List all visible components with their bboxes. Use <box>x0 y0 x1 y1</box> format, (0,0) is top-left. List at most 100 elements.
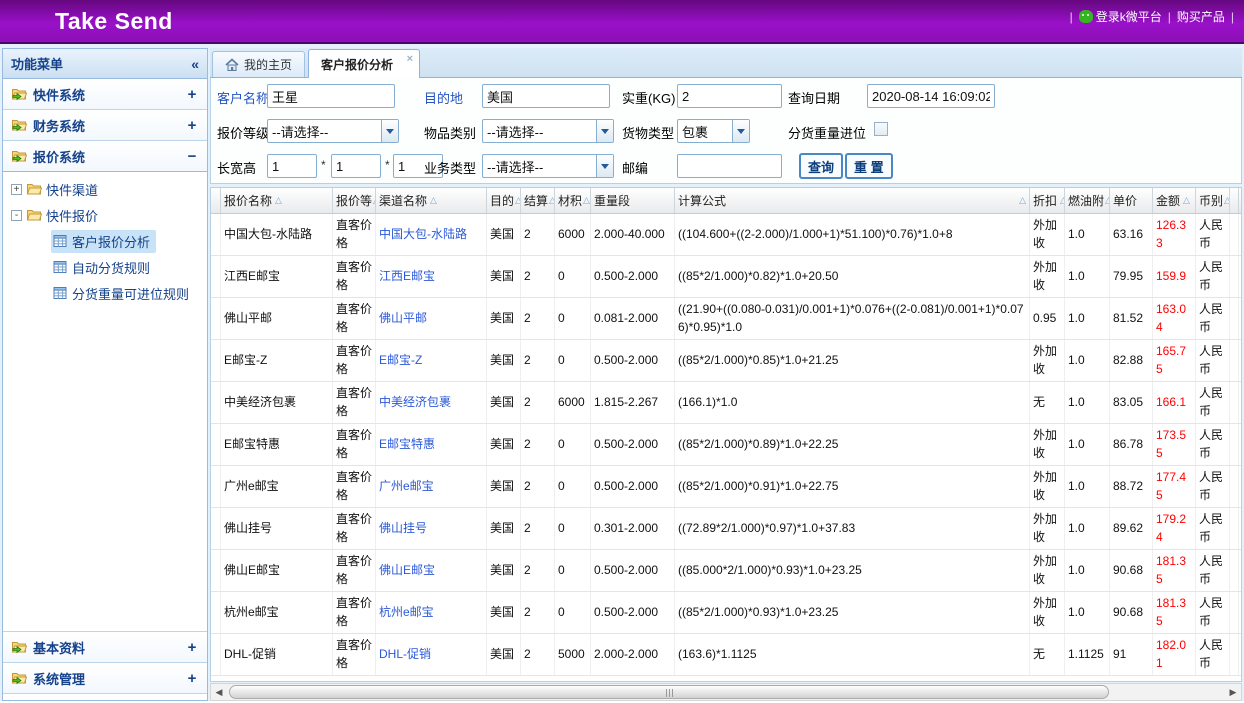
folder-icon <box>26 207 42 223</box>
buy-product-link[interactable]: 购买产品 <box>1177 8 1225 25</box>
weight-input[interactable] <box>677 84 782 108</box>
sidebar-section-系统管理[interactable]: 系统管理+ <box>3 663 207 694</box>
folder-arrow-icon <box>11 639 27 655</box>
column-header-fuel[interactable]: 燃油附△ <box>1065 188 1110 213</box>
cell-channel[interactable]: 杭州e邮宝 <box>376 592 487 633</box>
scrollbar-thumb[interactable] <box>229 685 1109 699</box>
tab-bar: 我的主页 客户报价分析 × <box>210 48 1242 78</box>
length-input[interactable] <box>267 154 317 178</box>
cell-amount: 173.55 <box>1153 424 1196 465</box>
table-row[interactable]: 杭州e邮宝直客价格杭州e邮宝美国200.500-2.000((85*2/1.00… <box>211 592 1241 634</box>
expander-icon[interactable]: + <box>11 184 22 195</box>
cell-amount: 179.24 <box>1153 508 1196 549</box>
cell-unit: 79.95 <box>1110 256 1153 297</box>
column-header-currency[interactable]: 币别△ <box>1196 188 1230 213</box>
column-header-name[interactable]: 报价名称△ <box>221 188 333 213</box>
width-input[interactable] <box>331 154 381 178</box>
customer-name-input[interactable] <box>267 84 395 108</box>
table-row[interactable]: 中国大包-水陆路直客价格中国大包-水陆路美国260002.000-40.000(… <box>211 214 1241 256</box>
table-row[interactable]: 中美经济包裹直客价格中美经济包裹美国260001.815-2.267(166.1… <box>211 382 1241 424</box>
toggle-icon[interactable]: + <box>185 86 199 103</box>
query-button[interactable]: 查询 <box>799 153 843 179</box>
column-header-dest[interactable]: 目的△ <box>487 188 521 213</box>
cargo-type-select[interactable]: 包裹 <box>677 119 750 143</box>
destination-label: 目的地 <box>424 88 463 107</box>
cell-fuel: 1.0 <box>1065 298 1110 339</box>
tab-my-home[interactable]: 我的主页 <box>212 51 305 77</box>
zip-input[interactable] <box>677 154 782 178</box>
tree-leaf-分货重量可进位规则[interactable]: 分货重量可进位规则 <box>3 280 207 306</box>
sidebar-section-基本资料[interactable]: 基本资料+ <box>3 632 207 663</box>
table-row[interactable]: 广州e邮宝直客价格广州e邮宝美国200.500-2.000((85*2/1.00… <box>211 466 1241 508</box>
cell-channel[interactable]: 中国大包-水陆路 <box>376 214 487 255</box>
destination-input[interactable] <box>482 84 610 108</box>
cell-formula: (163.6)*1.1125 <box>675 634 1030 675</box>
tree-node-快件渠道[interactable]: +快件渠道 <box>3 176 207 202</box>
chevron-down-icon[interactable] <box>596 155 613 177</box>
table-row[interactable]: E邮宝特惠直客价格E邮宝特惠美国200.500-2.000((85*2/1.00… <box>211 424 1241 466</box>
cell-channel[interactable]: 中美经济包裹 <box>376 382 487 423</box>
tree-leaf-自动分货规则[interactable]: 自动分货规则 <box>3 254 207 280</box>
quote-grade-select[interactable]: --请选择-- <box>267 119 399 143</box>
tab-customer-quote-analysis[interactable]: 客户报价分析 × <box>308 49 420 78</box>
toggle-icon[interactable]: + <box>185 117 199 134</box>
column-header-formula[interactable]: 计算公式△ <box>675 188 1030 213</box>
column-header-range[interactable]: 重量段 <box>591 188 675 213</box>
cell-channel[interactable]: 江西E邮宝 <box>376 256 487 297</box>
expander-icon[interactable]: - <box>11 210 22 221</box>
toggle-icon[interactable]: − <box>185 148 199 165</box>
column-header-more[interactable] <box>1230 188 1239 213</box>
scroll-right-icon[interactable]: ▶ <box>1225 684 1241 700</box>
item-category-select[interactable]: --请选择-- <box>482 119 614 143</box>
table-row[interactable]: 江西E邮宝直客价格江西E邮宝美国200.500-2.000((85*2/1.00… <box>211 256 1241 298</box>
customer-name-label: 客户名称 <box>217 88 269 107</box>
sidebar-section-报价系统[interactable]: 报价系统− <box>3 141 207 172</box>
cell-channel[interactable]: 佛山平邮 <box>376 298 487 339</box>
sidebar-item-partial[interactable]: + <box>3 694 207 700</box>
cell-channel[interactable]: DHL-促销 <box>376 634 487 675</box>
cell-channel[interactable]: 佛山挂号 <box>376 508 487 549</box>
sidebar-section-[interactable]: + <box>3 694 207 700</box>
cell-channel[interactable]: E邮宝特惠 <box>376 424 487 465</box>
folder-arrow-icon <box>11 148 27 164</box>
reset-button[interactable]: 重 置 <box>845 153 893 179</box>
sidebar-section-财务系统[interactable]: 财务系统+ <box>3 110 207 141</box>
business-type-select[interactable]: --请选择-- <box>482 154 614 178</box>
chevron-down-icon[interactable] <box>732 120 749 142</box>
cell-channel[interactable]: 佛山E邮宝 <box>376 550 487 591</box>
column-header-vol[interactable]: 材积△ <box>555 188 591 213</box>
login-kwei-link[interactable]: 登录k微平台 <box>1079 8 1162 25</box>
column-header-sel[interactable] <box>211 188 221 213</box>
column-header-channel[interactable]: 渠道名称△ <box>376 188 487 213</box>
column-header-discount[interactable]: 折扣△ <box>1030 188 1065 213</box>
table-row[interactable]: DHL-促销直客价格DHL-促销美国250002.000-2.000(163.6… <box>211 634 1241 676</box>
scroll-left-icon[interactable]: ◀ <box>211 684 227 700</box>
dimensions-label: 长宽高 <box>217 158 256 177</box>
cell-formula: ((85*2/1.000)*0.82)*1.0+20.50 <box>675 256 1030 297</box>
column-header-unit[interactable]: 单价 <box>1110 188 1153 213</box>
cell-channel[interactable]: 广州e邮宝 <box>376 466 487 507</box>
toggle-icon[interactable]: + <box>185 639 199 656</box>
table-row[interactable]: E邮宝-Z直客价格E邮宝-Z美国200.500-2.000((85*2/1.00… <box>211 340 1241 382</box>
table-row[interactable]: 佛山平邮直客价格佛山平邮美国200.081-2.000((21.90+((0.0… <box>211 298 1241 340</box>
toggle-icon[interactable]: + <box>185 670 199 687</box>
cell-channel[interactable]: E邮宝-Z <box>376 340 487 381</box>
tree-leaf-客户报价分析[interactable]: 客户报价分析 <box>3 228 207 254</box>
collapse-icon[interactable]: « <box>191 56 199 72</box>
chevron-down-icon[interactable] <box>381 120 398 142</box>
table-row[interactable]: 佛山挂号直客价格佛山挂号美国200.301-2.000((72.89*2/1.0… <box>211 508 1241 550</box>
horizontal-scrollbar[interactable]: ◀ ▶ <box>210 683 1242 701</box>
cell-unit: 91 <box>1110 634 1153 675</box>
column-header-grade[interactable]: 报价等△ <box>333 188 376 213</box>
sidebar-header: 功能菜单 « <box>3 49 207 79</box>
chevron-down-icon[interactable] <box>596 120 613 142</box>
column-header-settle[interactable]: 结算△ <box>521 188 555 213</box>
cell-dest: 美国 <box>487 340 521 381</box>
carry-weight-checkbox[interactable] <box>874 122 888 136</box>
query-date-input[interactable] <box>867 84 995 108</box>
sidebar-section-快件系统[interactable]: 快件系统+ <box>3 79 207 110</box>
tree-node-快件报价[interactable]: -快件报价 <box>3 202 207 228</box>
table-row[interactable]: 佛山E邮宝直客价格佛山E邮宝美国200.500-2.000((85.000*2/… <box>211 550 1241 592</box>
close-icon[interactable]: × <box>407 53 413 65</box>
column-header-amount[interactable]: 金额△ <box>1153 188 1196 213</box>
